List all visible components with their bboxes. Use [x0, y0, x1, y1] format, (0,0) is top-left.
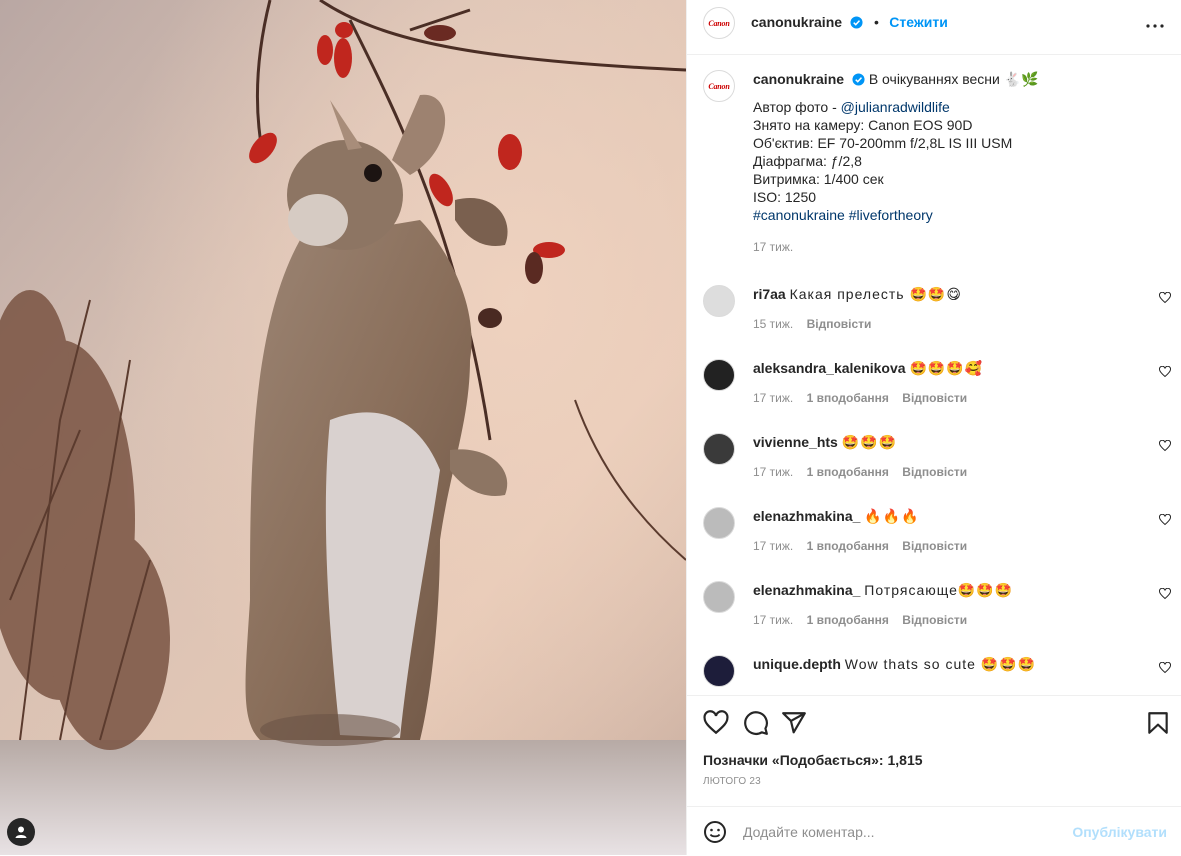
- heart-icon[interactable]: [1159, 514, 1171, 526]
- comment-age: 17 тиж.: [753, 391, 794, 405]
- caption-age: 17 тиж.: [753, 240, 794, 254]
- follow-button[interactable]: Стежити: [889, 14, 948, 30]
- comment-body: Wow thats so cute 🤩🤩🤩: [844, 656, 1037, 672]
- comment-body: 🔥🔥🔥: [864, 508, 920, 524]
- comment-text: elenazhmakina_ Потрясающе🤩🤩🤩: [753, 581, 1013, 599]
- separator-dot: •: [873, 14, 879, 30]
- reply-button[interactable]: Відповісти: [902, 539, 967, 553]
- photographer-link[interactable]: @julianradwildlife: [841, 99, 950, 115]
- tag-people-button[interactable]: [7, 818, 35, 846]
- comment-item: ri7aa Какая прелесть 🤩🤩😋 15 тиж. Відпові…: [687, 285, 1181, 345]
- heart-icon[interactable]: [1159, 440, 1171, 452]
- reply-button[interactable]: Відповісти: [902, 613, 967, 627]
- post-date[interactable]: ЛЮТОГО 23: [703, 776, 761, 787]
- caption-credit: Автор фото - @julianradwildlife: [753, 98, 1153, 116]
- heart-icon[interactable]: [1159, 366, 1171, 378]
- comment-input[interactable]: Додайте коментар...: [743, 824, 875, 840]
- comment-item: elenazhmakina_ 🔥🔥🔥 17 тиж. 1 вподобання …: [687, 507, 1181, 567]
- heart-icon[interactable]: [1159, 292, 1171, 304]
- reply-button[interactable]: Відповісти: [902, 391, 967, 405]
- bookmark-icon[interactable]: [1145, 710, 1171, 736]
- header-line: canonukraine • Стежити: [751, 14, 948, 32]
- comment-text: unique.depth Wow thats so cute 🤩🤩🤩: [753, 655, 1036, 673]
- comment-item: elenazhmakina_ Потрясающе🤩🤩🤩 17 тиж. 1 в…: [687, 581, 1181, 641]
- comment-age: 17 тиж.: [753, 613, 794, 627]
- user-tag-icon: [15, 826, 27, 838]
- comment-likes[interactable]: 1 вподобання: [807, 539, 889, 553]
- verified-badge-icon: [852, 73, 865, 86]
- comment-likes[interactable]: 1 вподобання: [807, 391, 889, 405]
- emoji-icon[interactable]: [703, 820, 727, 844]
- likes-count[interactable]: Позначки «Подобається»: 1,815: [703, 752, 923, 768]
- comment-item: vivienne_hts 🤩🤩🤩 17 тиж. 1 вподобання Ві…: [687, 433, 1181, 493]
- caption-avatar[interactable]: Canon: [703, 70, 735, 102]
- comment-age: 15 тиж.: [753, 317, 794, 331]
- comment-meta: 17 тиж. 1 вподобання Відповісти: [753, 613, 967, 627]
- commenter-username[interactable]: ri7aa: [753, 286, 786, 302]
- comment-text: vivienne_hts 🤩🤩🤩: [753, 433, 897, 451]
- heart-icon[interactable]: [1159, 662, 1171, 674]
- comment-likes[interactable]: 1 вподобання: [807, 613, 889, 627]
- comment-text: ri7aa Какая прелесть 🤩🤩😋: [753, 285, 962, 303]
- comment-body: 🤩🤩🤩: [841, 434, 898, 450]
- publish-button[interactable]: Опублікувати: [1072, 824, 1167, 840]
- caption-username[interactable]: canonukraine: [753, 71, 844, 87]
- reply-button[interactable]: Відповісти: [807, 317, 872, 331]
- caption: canonukraine В очікуваннях весни 🐇🌿 Авто…: [753, 70, 1153, 256]
- heart-icon[interactable]: [1159, 588, 1171, 600]
- caption-title: В очікуваннях весни 🐇🌿: [868, 71, 1039, 87]
- author-username[interactable]: canonukraine: [751, 14, 842, 30]
- commenter-avatar[interactable]: [703, 655, 735, 687]
- comment-meta: 15 тиж. Відповісти: [753, 317, 871, 331]
- caption-hashtags[interactable]: #canonukraine #livefortheory: [753, 206, 1153, 224]
- post-side-panel: Canon canonukraine • Стежити Canon canon…: [686, 0, 1181, 855]
- reply-button[interactable]: Відповісти: [902, 465, 967, 479]
- author-avatar[interactable]: Canon: [703, 7, 735, 39]
- commenter-username[interactable]: vivienne_hts: [753, 434, 838, 450]
- comment-meta: 17 тиж. 1 вподобання Відповісти: [753, 539, 967, 553]
- commenter-avatar[interactable]: [703, 359, 735, 391]
- comment-body: Какая прелесть 🤩🤩😋: [789, 286, 962, 302]
- comment-body: Потрясающе🤩🤩🤩: [864, 582, 1014, 598]
- commenter-avatar[interactable]: [703, 285, 735, 317]
- comment-age: 17 тиж.: [753, 539, 794, 553]
- commenter-avatar[interactable]: [703, 433, 735, 465]
- post-header: Canon canonukraine • Стежити: [687, 0, 1181, 55]
- comment-age: 17 тиж.: [753, 465, 794, 479]
- commenter-avatar[interactable]: [703, 507, 735, 539]
- comment-meta: 17 тиж. 1 вподобання Відповісти: [753, 465, 967, 479]
- comment-item: aleksandra_kalenikova 🤩🤩🤩🥰 17 тиж. 1 впо…: [687, 359, 1181, 419]
- commenter-username[interactable]: elenazhmakina_: [753, 582, 860, 598]
- caption-credit-prefix: Автор фото -: [753, 99, 841, 115]
- commenter-avatar[interactable]: [703, 581, 735, 613]
- commenter-username[interactable]: elenazhmakina_: [753, 508, 860, 524]
- comment-body: 🤩🤩🤩🥰: [909, 360, 984, 376]
- like-heart-icon[interactable]: [703, 710, 729, 736]
- caption-details: Знято на камеру: Canon EOS 90D Об'єктив:…: [753, 117, 1013, 205]
- more-options-icon[interactable]: [1143, 14, 1167, 38]
- verified-badge-icon: [850, 16, 864, 29]
- rabbit-photo: [0, 0, 686, 855]
- comment-composer: Додайте коментар... Опублікувати: [687, 806, 1181, 856]
- comment-text: elenazhmakina_ 🔥🔥🔥: [753, 507, 920, 525]
- post-dialog: Canon canonukraine • Стежити Canon canon…: [0, 0, 1181, 855]
- post-actions: Позначки «Подобається»: 1,815 ЛЮТОГО 23: [687, 695, 1181, 806]
- comment-text: aleksandra_kalenikova 🤩🤩🤩🥰: [753, 359, 983, 377]
- commenter-username[interactable]: aleksandra_kalenikova: [753, 360, 906, 376]
- post-photo[interactable]: [0, 0, 686, 855]
- share-icon[interactable]: [781, 710, 807, 736]
- comment-meta: 17 тиж. 1 вподобання Відповісти: [753, 391, 967, 405]
- commenter-username[interactable]: unique.depth: [753, 656, 841, 672]
- comment-likes[interactable]: 1 вподобання: [807, 465, 889, 479]
- comment-icon[interactable]: [743, 710, 769, 736]
- comment-item: unique.depth Wow thats so cute 🤩🤩🤩: [687, 655, 1181, 695]
